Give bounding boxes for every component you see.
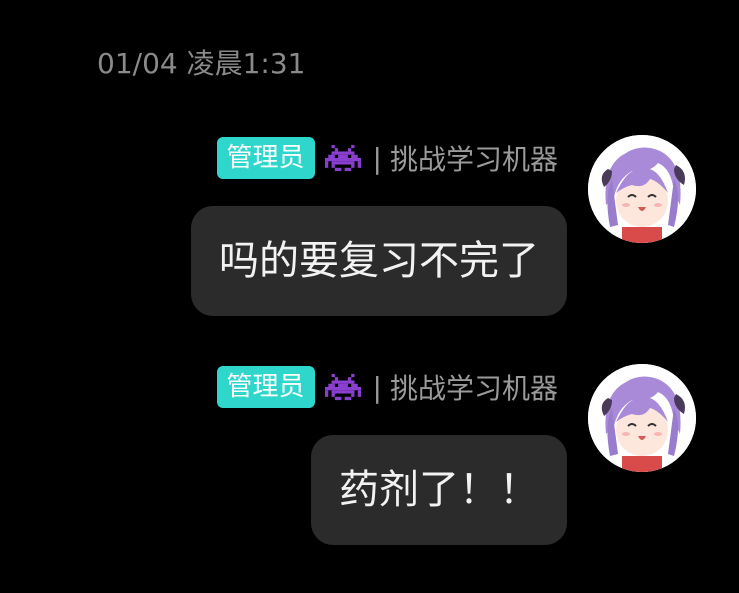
sender-info: 管理员 | 挑战学习机器 (216, 137, 558, 179)
avatar-image (588, 364, 696, 472)
sender-info: 管理员 | 挑战学习机器 (216, 366, 558, 408)
message-bubble[interactable]: 药剂了！！ (311, 435, 567, 545)
user-avatar[interactable] (588, 364, 696, 472)
user-avatar[interactable] (588, 135, 696, 243)
avatar-image (588, 135, 696, 243)
sender-name[interactable]: 挑战学习机器 (390, 367, 558, 407)
message-timestamp: 01/04 凌晨1:31 (97, 47, 306, 80)
admin-badge: 管理员 (216, 366, 315, 408)
separator: | (372, 370, 382, 404)
chat-screen: 01/04 凌晨1:31 管理员 | 挑战学习机器 吗的要复习不完了 管理员 |… (0, 0, 739, 593)
space-invader-icon (324, 144, 361, 172)
separator: | (372, 141, 382, 175)
message-bubble[interactable]: 吗的要复习不完了 (191, 206, 567, 316)
message-text: 药剂了！！ (339, 467, 539, 513)
message-text: 吗的要复习不完了 (219, 238, 539, 284)
sender-name[interactable]: 挑战学习机器 (390, 138, 558, 178)
space-invader-icon (324, 373, 361, 401)
admin-badge: 管理员 (216, 137, 315, 179)
